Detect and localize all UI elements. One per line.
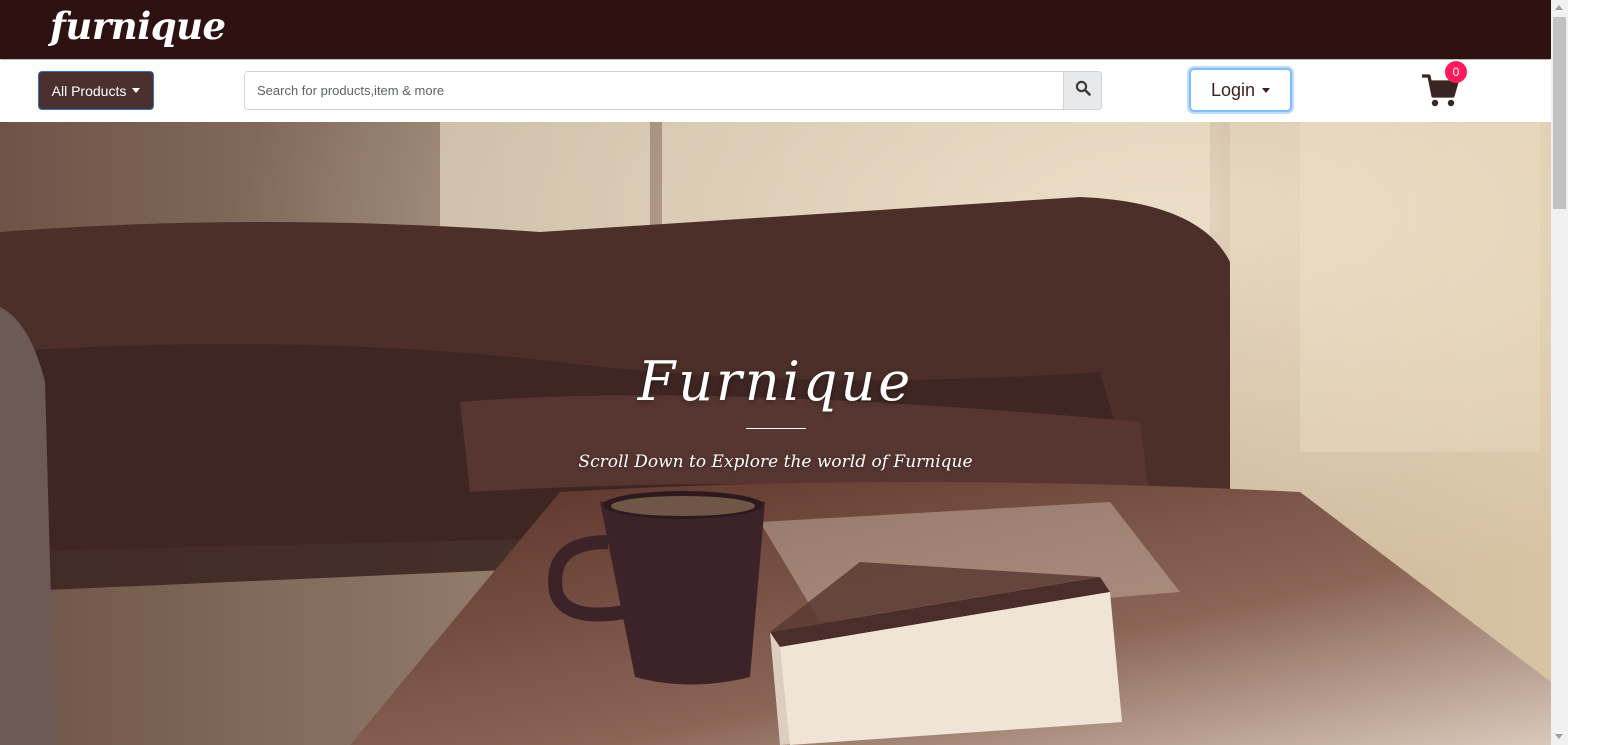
chevron-down-icon [132,88,141,93]
scroll-up-arrow-icon[interactable] [1555,5,1563,10]
search-icon [1075,80,1091,101]
hero-subtitle: Scroll Down to Explore the world of Furn… [578,452,973,472]
top-header-bar: furnique [0,0,1551,59]
login-label: Login [1210,79,1256,100]
search-input[interactable] [245,72,1063,109]
login-dropdown-button[interactable]: Login [1189,68,1292,112]
shopping-cart-icon [1420,74,1460,114]
brand-logo[interactable]: furnique [50,4,226,48]
hero-background-image [0,122,1551,745]
cart-count-badge: 0 [1445,61,1467,83]
scrollbar-thumb[interactable] [1553,17,1566,209]
search-bar [244,71,1102,110]
navigation-row: All Products Login 0 [0,60,1551,122]
all-products-label: All Products [51,82,127,99]
hero-banner: Furnique Scroll Down to Explore the worl… [0,122,1551,745]
hero-title: Furnique [637,350,914,413]
search-button[interactable] [1063,72,1101,109]
scroll-down-arrow-icon[interactable] [1555,734,1563,739]
hero-divider [746,428,806,429]
all-products-dropdown-button[interactable]: All Products [38,71,154,110]
chevron-down-icon [1262,87,1271,93]
